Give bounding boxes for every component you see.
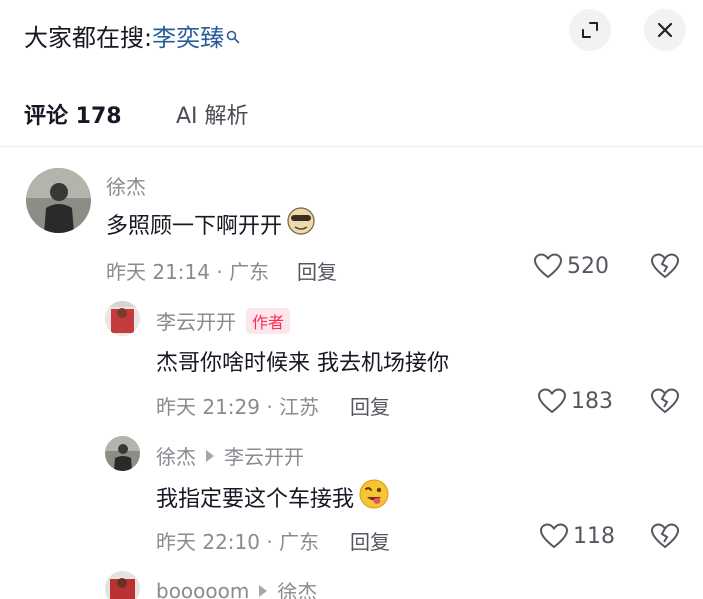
heart-icon — [537, 388, 567, 414]
tab-ai-analysis[interactable]: AI 解析 — [176, 98, 249, 130]
author-name: 徐杰 — [156, 445, 196, 469]
heart-icon — [533, 253, 563, 279]
search-prefix: 大家都在搜: — [24, 24, 153, 52]
like-button[interactable]: 520 — [533, 252, 609, 280]
broken-heart-icon — [650, 388, 680, 414]
dislike-button[interactable] — [650, 387, 680, 419]
comment-meta: 昨天 22:10 · 广东 — [156, 530, 320, 554]
comment-author[interactable]: 徐杰 李云开开 — [156, 441, 304, 470]
author-name: booooom — [156, 578, 250, 599]
comment-author[interactable]: booooom 徐杰 — [156, 576, 317, 599]
comment-body: 杰哥你啥时候来 我去机场接你 — [156, 351, 449, 376]
reply-item: booooom 徐杰 — [0, 565, 703, 599]
sunglasses-face-emoji-icon — [286, 206, 316, 242]
comment-author[interactable]: 徐杰 — [106, 171, 146, 200]
reply-button[interactable]: 回复 — [297, 256, 337, 285]
search-icon — [226, 22, 240, 44]
like-count: 118 — [573, 523, 615, 549]
winking-tongue-face-emoji-icon — [358, 478, 390, 516]
reply-to-name[interactable]: 徐杰 — [277, 576, 317, 599]
avatar[interactable] — [26, 168, 91, 233]
comment-text: 多照顾一下啊开开 — [106, 206, 316, 242]
tab-comments[interactable]: 评论 178 — [24, 98, 122, 130]
like-button[interactable]: 183 — [537, 387, 613, 415]
comment-meta: 昨天 21:14 · 广东 — [106, 260, 270, 284]
dislike-button[interactable] — [650, 522, 680, 554]
like-button[interactable]: 118 — [539, 522, 615, 550]
search-term-link[interactable]: 李奕臻 — [152, 24, 224, 52]
comment-body: 我指定要这个车接我 — [156, 487, 355, 512]
like-count: 520 — [567, 253, 609, 279]
reply-arrow-icon — [206, 449, 214, 462]
reply-item: 徐杰 李云开开 我指定要这个车接我 昨天 22:10 · 广东 回复 118 — [0, 430, 703, 560]
dislike-button[interactable] — [650, 252, 680, 284]
close-icon — [657, 22, 673, 38]
heart-icon — [539, 523, 569, 549]
author-name: 李云开开 — [156, 310, 236, 334]
comment-item: 徐杰 多照顾一下啊开开 昨天 21:14 · 广东 回复 520 — [0, 160, 703, 290]
avatar[interactable] — [105, 571, 140, 599]
trending-search[interactable]: 大家都在搜:李奕臻 — [24, 18, 240, 53]
expand-button[interactable] — [569, 9, 611, 51]
reply-to-name[interactable]: 李云开开 — [224, 441, 304, 470]
comment-text: 杰哥你啥时候来 我去机场接你 — [156, 345, 449, 377]
comment-author[interactable]: 李云开开 作者 — [156, 306, 291, 335]
close-button[interactable] — [644, 9, 686, 51]
author-badge: 作者 — [246, 307, 291, 334]
broken-heart-icon — [650, 253, 680, 279]
tab-bar: 评论 178 AI 解析 — [0, 88, 703, 144]
like-count: 183 — [571, 388, 613, 414]
reply-item: 李云开开 作者 杰哥你啥时候来 我去机场接你 昨天 21:29 · 江苏 回复 … — [0, 295, 703, 425]
search-header: 大家都在搜:李奕臻 — [0, 0, 703, 66]
reply-button[interactable]: 回复 — [350, 526, 390, 555]
avatar[interactable] — [105, 436, 140, 471]
comment-text: 我指定要这个车接我 — [156, 478, 390, 516]
expand-icon — [582, 22, 598, 38]
avatar[interactable] — [105, 301, 140, 336]
reply-arrow-icon — [259, 584, 268, 597]
tab-divider — [0, 146, 703, 147]
reply-button[interactable]: 回复 — [350, 391, 390, 420]
author-name: 徐杰 — [106, 175, 146, 199]
broken-heart-icon — [650, 523, 680, 549]
comment-meta: 昨天 21:29 · 江苏 — [156, 395, 320, 419]
comment-body: 多照顾一下啊开开 — [106, 214, 283, 239]
